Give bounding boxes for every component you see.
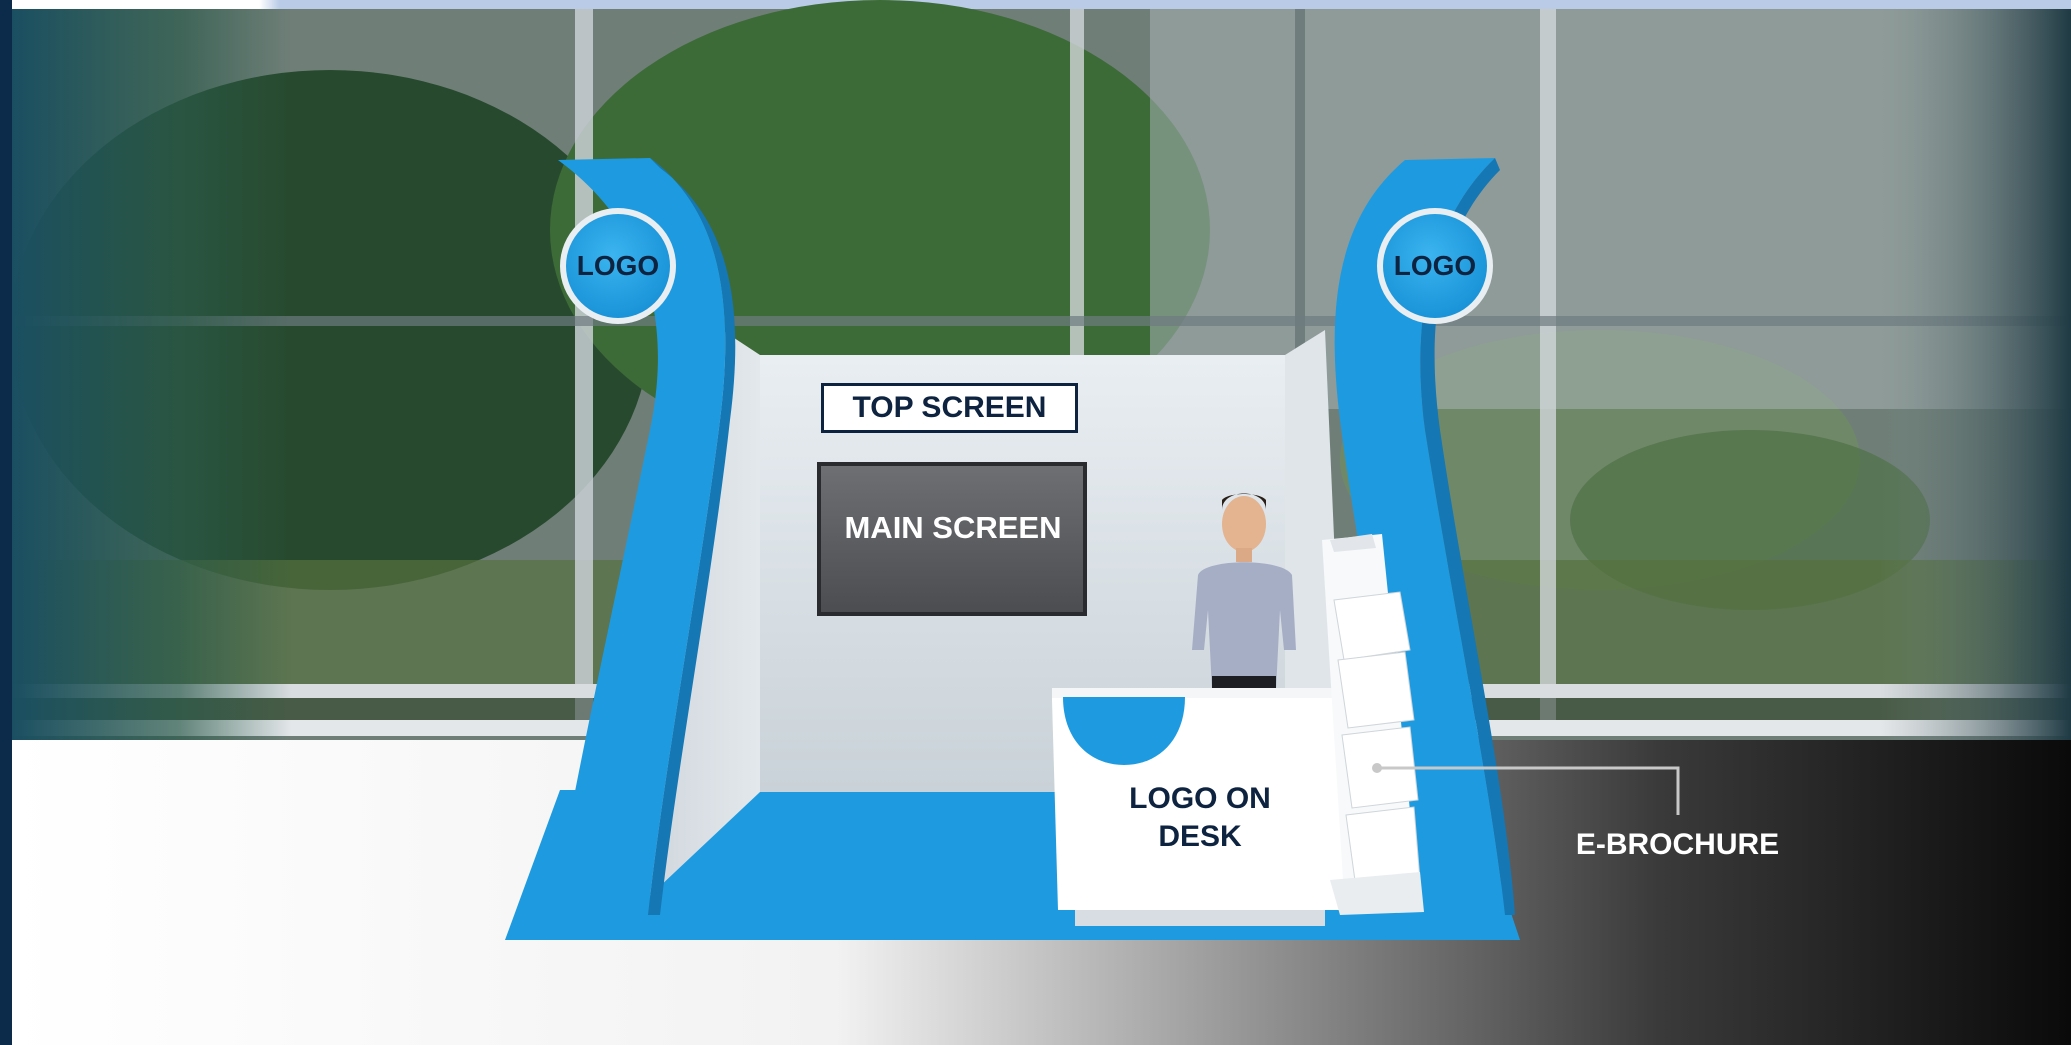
booth-mockup: LOGO LOGO TOP SCREEN MAIN SCREEN LOGO ON… (0, 0, 2071, 1045)
e-brochure-label: E-BROCHURE (1575, 828, 1780, 861)
logo-left-label: LOGO (576, 250, 660, 281)
logo-on-desk-label: LOGO ON DESK (1129, 782, 1271, 853)
logo-right-label: LOGO (1393, 250, 1477, 281)
top-screen-label: TOP SCREEN (852, 391, 1047, 424)
main-screen-label: MAIN SCREEN (844, 510, 1062, 545)
